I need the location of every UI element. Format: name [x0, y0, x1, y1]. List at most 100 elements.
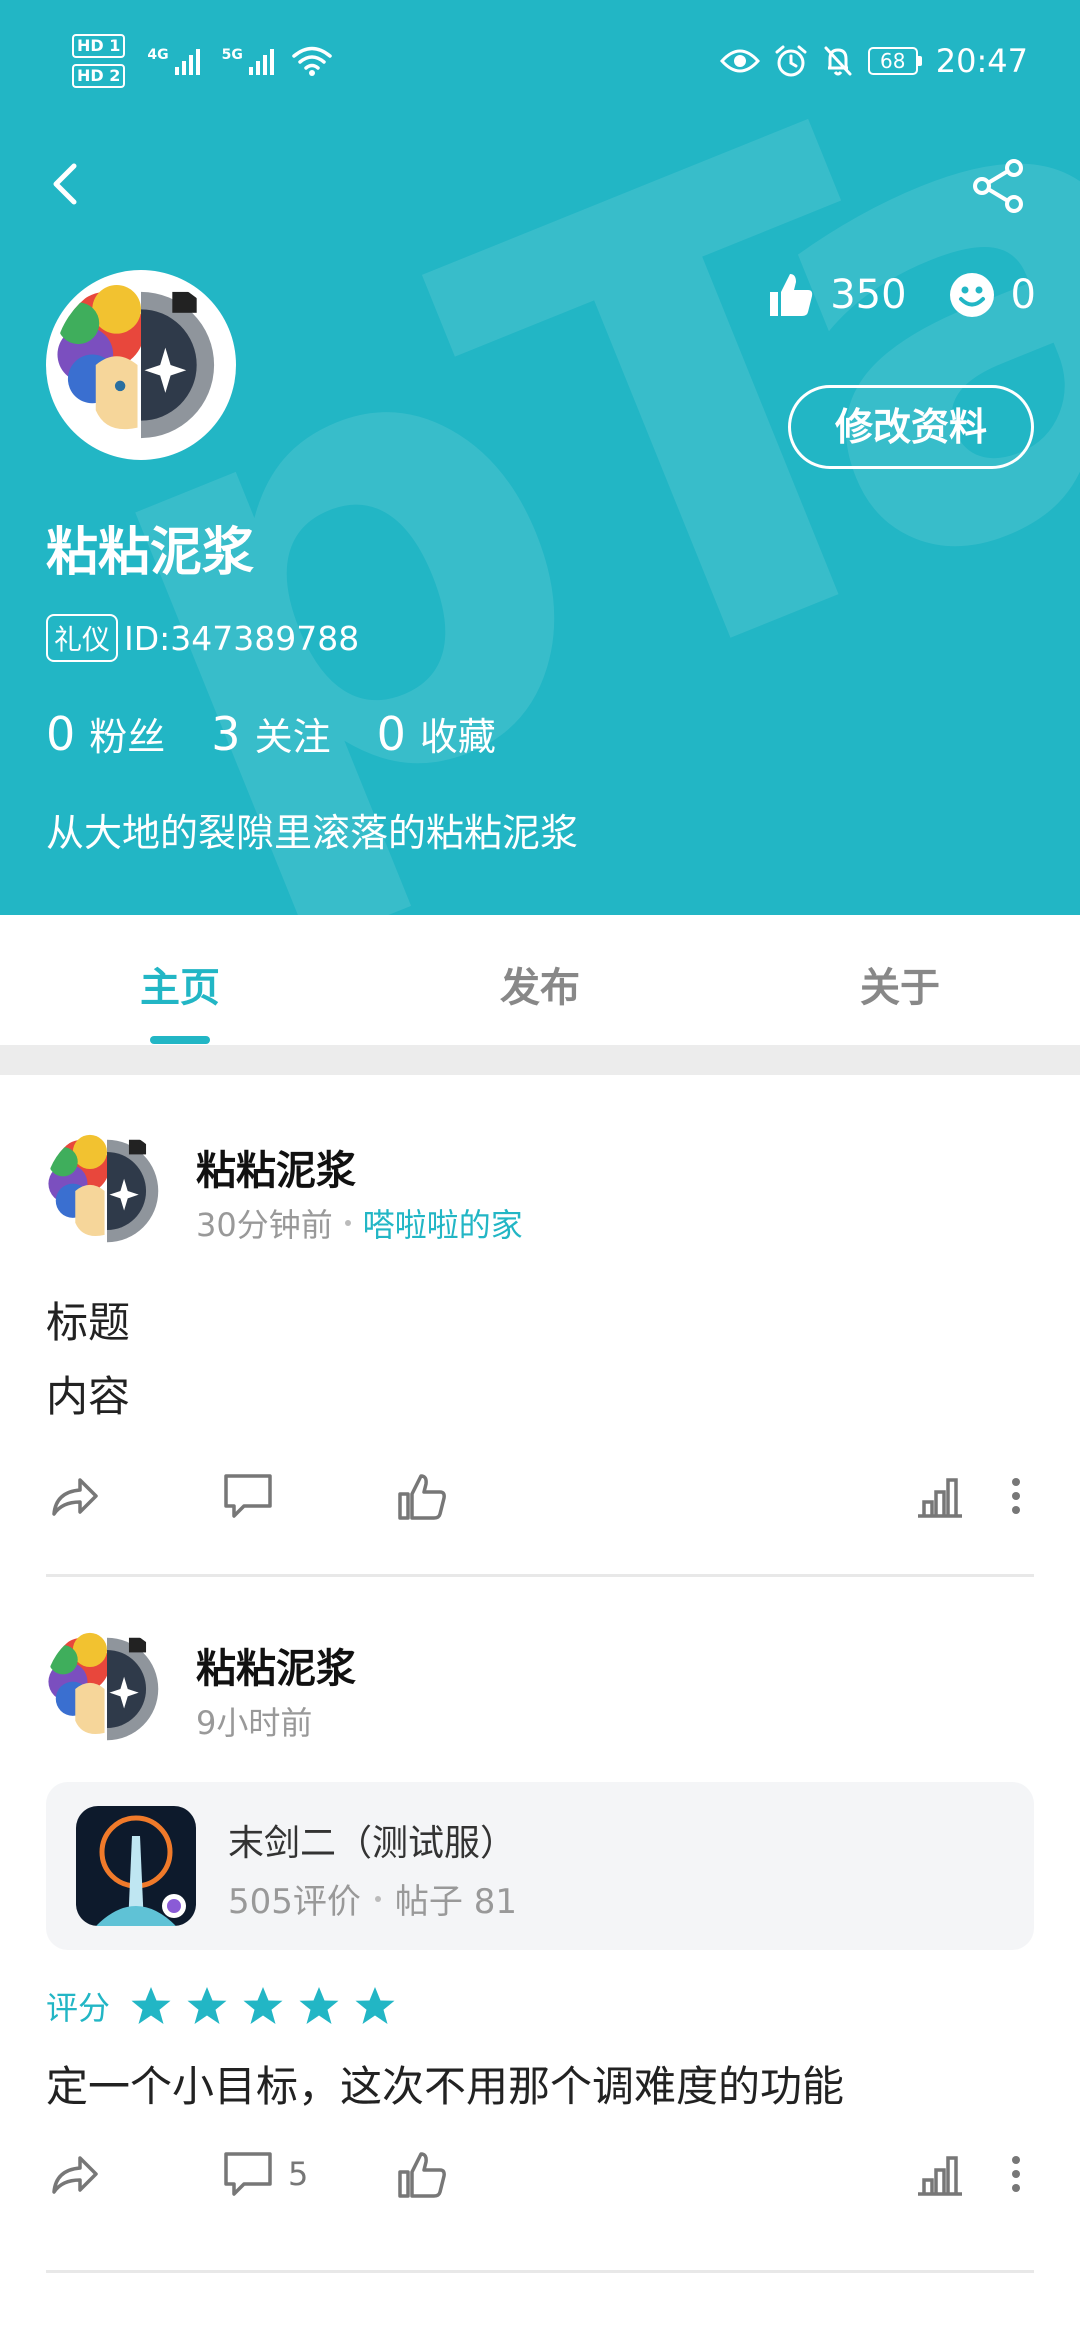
comment-action[interactable]	[220, 1466, 280, 1526]
signal-5g: 5G	[222, 47, 274, 75]
bar-chart-icon	[918, 2156, 962, 2196]
edit-profile-button[interactable]: 修改资料	[788, 385, 1034, 469]
profile-stats: 350 0	[766, 270, 1036, 320]
game-card[interactable]: 末剑二（测试服） 505评价 帖子 81	[46, 1782, 1034, 1950]
eye-icon	[719, 49, 760, 73]
hd-indicators: HD 1 HD 2	[72, 34, 126, 88]
star-icon	[131, 1987, 171, 2024]
post-divider	[46, 2270, 1034, 2273]
avatar-image	[46, 1628, 168, 1750]
signal-4g: 4G	[147, 47, 200, 75]
stats-action[interactable]	[912, 1466, 972, 1526]
etiquette-badge[interactable]: 礼仪	[46, 614, 119, 662]
alarm-icon	[775, 45, 807, 77]
comment-icon	[224, 2152, 272, 2196]
tab-indicator	[150, 1036, 210, 1044]
post-group-link[interactable]: 嗒啦啦的家	[363, 1200, 523, 1246]
post-author-avatar[interactable]	[46, 1628, 168, 1750]
post-actions	[46, 1456, 1034, 1546]
signal-bars-icon	[248, 47, 274, 75]
user-id: ID:347389788	[124, 618, 360, 658]
more-vertical-icon	[1012, 2156, 1020, 2192]
like-action[interactable]	[394, 2144, 454, 2204]
game-posts: 帖子 81	[394, 1882, 517, 1922]
star-icon	[355, 1987, 395, 2024]
rating-row: 评分	[46, 1976, 1034, 2036]
avatar-image	[46, 1130, 168, 1252]
comment-action[interactable]: 5	[220, 2144, 340, 2204]
avatar-image	[54, 278, 228, 452]
post-time: 9小时前	[196, 1704, 313, 1742]
post-time: 30分钟前	[196, 1206, 333, 1244]
bar-chart-icon	[918, 1478, 962, 1518]
thumbs-up-icon	[770, 274, 813, 316]
share-action[interactable]	[46, 2144, 106, 2204]
smile-icon	[949, 273, 994, 317]
feed-post[interactable]: 粘粘泥浆 30分钟前 嗒啦啦的家 标题 内容	[46, 1130, 1034, 1577]
forward-icon	[52, 2156, 98, 2194]
post-meta: 9小时前	[196, 1698, 312, 1744]
net1-label: 4G	[147, 47, 169, 63]
like-action[interactable]	[394, 1466, 454, 1526]
post-author-name[interactable]: 粘粘泥浆	[196, 1636, 356, 1694]
more-action[interactable]	[996, 2144, 1036, 2204]
id-row: 礼仪 ID:347389788	[46, 614, 359, 662]
tab-about[interactable]: 关于	[720, 915, 1080, 1045]
post-author-name[interactable]: 粘粘泥浆	[196, 1138, 356, 1196]
more-action[interactable]	[996, 1466, 1036, 1526]
post-divider	[46, 1574, 1034, 1577]
net2-label: 5G	[221, 47, 243, 63]
favorites-count[interactable]: 0	[377, 707, 406, 761]
fans-count[interactable]: 0	[46, 707, 75, 761]
thumbs-up-icon	[398, 2152, 446, 2198]
star-icon	[187, 1987, 227, 2024]
favorites-label[interactable]: 收藏	[420, 706, 496, 761]
status-time: 20:47	[935, 42, 1028, 80]
status-bar: HD 1 HD 2 4G 5G 68 20:47	[0, 0, 1080, 120]
comment-icon	[224, 1474, 272, 1518]
thumbs-up-icon	[398, 1474, 446, 1520]
share-icon[interactable]	[968, 156, 1028, 216]
rating-label: 评分	[46, 1989, 111, 2027]
back-arrow-icon[interactable]	[42, 160, 90, 208]
share-action[interactable]	[46, 1466, 106, 1526]
game-meta: 505评价 帖子 81	[228, 1874, 517, 1923]
game-icon	[76, 1806, 196, 1926]
profile-avatar[interactable]	[46, 270, 236, 460]
likes-count: 350	[830, 272, 907, 318]
battery-level: 68	[867, 47, 918, 75]
hd1-badge: HD 1	[72, 34, 126, 58]
likes-stat[interactable]: 350	[766, 270, 907, 320]
battery-icon: 68	[867, 47, 922, 75]
game-name: 末剑二（测试服）	[228, 1823, 517, 1864]
status-right: 68 20:47	[719, 42, 1028, 80]
post-header: 粘粘泥浆 9小时前	[46, 1628, 1034, 1750]
stats-action[interactable]	[912, 2144, 972, 2204]
tab-home[interactable]: 主页	[0, 915, 360, 1045]
following-count[interactable]: 3	[211, 707, 240, 761]
following-label[interactable]: 关注	[255, 706, 331, 761]
profile-bio: 从大地的裂隙里滚落的粘粘泥浆	[46, 811, 579, 855]
post-author-avatar[interactable]	[46, 1130, 168, 1252]
profile-header: pTap HD 1 HD 2 4G 5G 68 20:47 350 0 修改资料…	[0, 0, 1080, 915]
post-header: 粘粘泥浆 30分钟前 嗒啦啦的家	[46, 1130, 1034, 1252]
more-vertical-icon	[1012, 1478, 1020, 1514]
post-content: 内容	[46, 1372, 131, 1421]
fans-label[interactable]: 粉丝	[89, 706, 165, 761]
smile-stat[interactable]: 0	[947, 270, 1036, 320]
meta-separator	[344, 1220, 351, 1226]
comment-count: 5	[288, 2155, 309, 2193]
meta-separator	[374, 1895, 381, 1902]
signal-bars-icon	[174, 47, 200, 75]
tab-posts[interactable]: 发布	[360, 915, 720, 1045]
tab-posts-label: 发布	[500, 965, 580, 1011]
smile-count: 0	[1010, 272, 1036, 318]
wifi-icon	[292, 46, 332, 76]
game-reviews: 505评价	[228, 1882, 361, 1922]
section-divider	[0, 1045, 1080, 1075]
feed-post[interactable]: 粘粘泥浆 9小时前 末剑二（测试服） 505评价 帖子 81 评分 定一个小目标…	[46, 1628, 1034, 2273]
status-left: HD 1 HD 2 4G 5G	[72, 34, 332, 88]
follow-stats: 0 粉丝 3 关注 0 收藏	[46, 706, 542, 761]
tab-home-label: 主页	[140, 965, 220, 1011]
profile-tabs: 主页 发布 关于	[0, 915, 1080, 1045]
